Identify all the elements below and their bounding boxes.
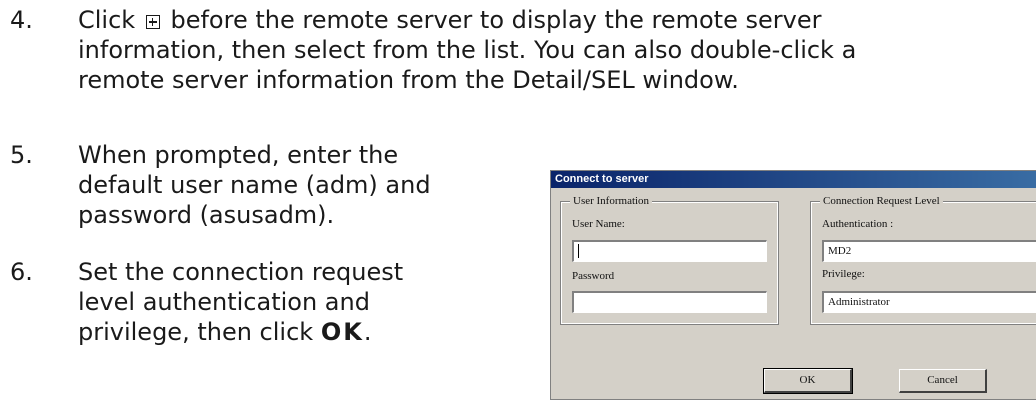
text-caret [578, 244, 579, 259]
password-label: Password [572, 270, 615, 282]
step-line: information, then select from the list. … [78, 36, 857, 64]
step-text-part: before the remote server to display the … [170, 6, 822, 34]
ok-emphasis: OK [320, 318, 364, 346]
step-line: level authentication and [78, 288, 370, 316]
group-title: Connection Request Level [820, 195, 943, 207]
user-information-group: User Information User Name: Password [560, 195, 779, 325]
step-text: Click before the remote server to displa… [78, 5, 856, 95]
password-input[interactable] [572, 291, 767, 313]
step-line: privilege, then click OK. [78, 317, 403, 347]
privilege-label: Privilege: [822, 268, 865, 280]
connection-request-level-group: Connection Request Level Authentication … [810, 195, 1036, 325]
dialog-title: Connect to server [551, 171, 1036, 188]
authentication-label: Authentication : [822, 218, 894, 230]
step-line: Set the connection request [78, 258, 404, 286]
ok-button[interactable]: OK [763, 368, 853, 394]
step-number: 4. [10, 6, 33, 34]
expand-plus-icon [145, 15, 160, 29]
step-number: 5. [10, 141, 33, 169]
step-text-part: Click [78, 6, 136, 34]
user-name-label: User Name: [572, 218, 625, 230]
step-line: default user name (adm) and [78, 171, 431, 199]
step-number: 6. [10, 258, 33, 286]
group-title: User Information [570, 195, 653, 207]
authentication-select[interactable]: MD2 [822, 240, 1036, 262]
cancel-button[interactable]: Cancel [899, 369, 987, 393]
step-text-part: . [363, 318, 372, 346]
connect-dialog: Connect to server User Information User … [550, 170, 1036, 400]
step-6: 6. Set the connection request level auth… [10, 257, 530, 353]
step-text: When prompted, enter the default user na… [78, 140, 431, 230]
step-line: When prompted, enter the [78, 141, 399, 169]
step-4: 4. Click before the remote server to dis… [10, 5, 1036, 101]
step-line: Click before the remote server to displa… [78, 5, 856, 35]
step-text-part: privilege, then click [78, 318, 314, 346]
step-5: 5. When prompted, enter the default user… [10, 140, 530, 236]
step-text: Set the connection request level authent… [78, 257, 403, 347]
user-name-input[interactable] [572, 240, 767, 262]
privilege-select[interactable]: Administrator [822, 291, 1036, 313]
step-line: remote server information from the Detai… [78, 66, 739, 94]
step-line: password (asusadm). [78, 201, 335, 229]
